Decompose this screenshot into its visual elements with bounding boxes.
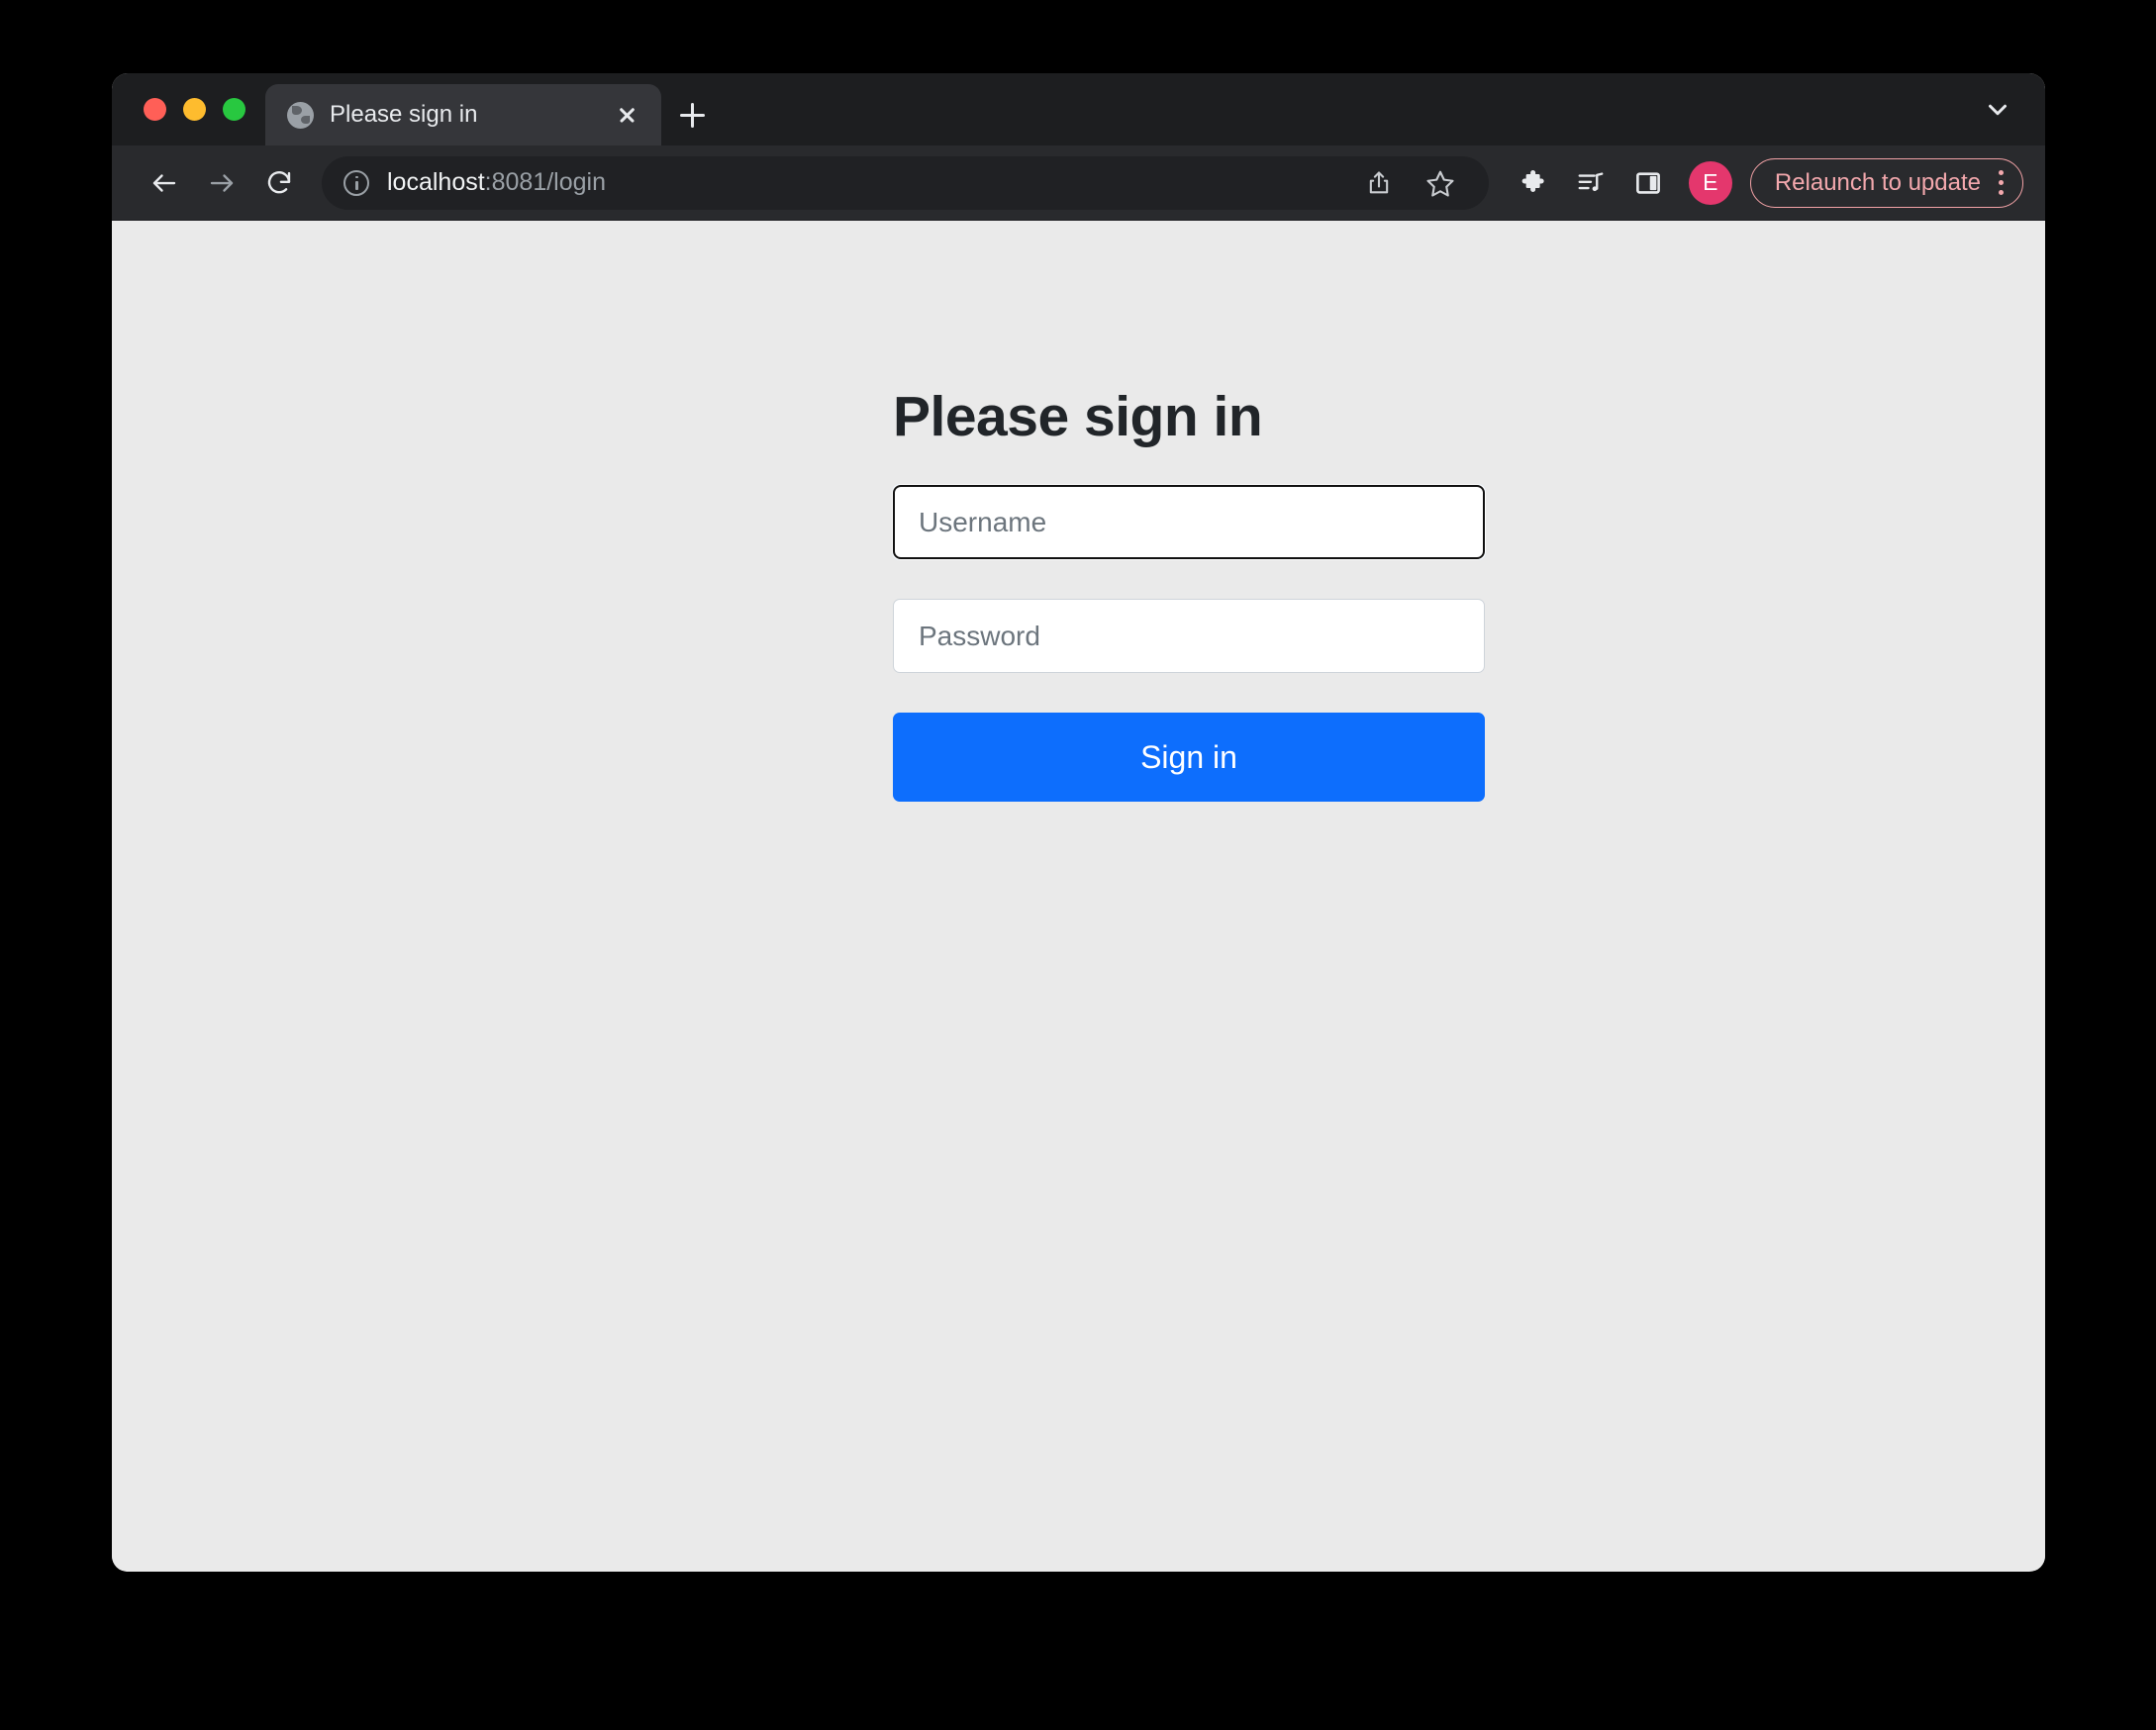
window-controls [112,73,265,145]
forward-arrow-icon[interactable] [195,156,248,210]
maximize-window-button[interactable] [223,98,245,121]
side-panel-icon[interactable] [1621,156,1675,210]
browser-toolbar: localhost:8081/login E Relaunch to updat… [112,145,2045,221]
relaunch-to-update-button[interactable]: Relaunch to update [1749,157,2023,208]
sign-in-button[interactable]: Sign in [893,713,1485,802]
browser-window: Please sign in localhost:8081/login E Re… [112,73,2045,1572]
star-icon[interactable] [1414,156,1467,210]
puzzle-icon[interactable] [1507,156,1560,210]
password-input[interactable] [893,599,1485,673]
avatar[interactable]: E [1688,160,1732,205]
tab-please-sign-in[interactable]: Please sign in [265,84,661,145]
url-host: localhost [387,168,485,196]
share-icon[interactable] [1352,156,1406,210]
username-input[interactable] [892,484,1486,560]
page-title: Please sign in [893,385,1263,448]
omnibox-actions [1352,156,1467,210]
tab-strip-spacer [723,84,1966,145]
close-window-button[interactable] [144,98,166,121]
minimize-window-button[interactable] [183,98,206,121]
info-circle-icon[interactable] [343,169,369,196]
new-tab-button[interactable] [661,84,723,145]
media-playlist-icon[interactable] [1564,156,1617,210]
url-path: :8081/login [484,168,606,196]
tab-strip: Please sign in [112,73,2045,145]
url-text: localhost:8081/login [387,168,606,197]
back-arrow-icon[interactable] [138,156,191,210]
kebab-menu-icon[interactable] [1997,170,2005,195]
page-viewport: Please sign in Sign in [112,221,2045,1571]
address-bar[interactable]: localhost:8081/login [322,155,1489,210]
sign-in-form: Please sign in Sign in [892,384,1486,802]
close-icon[interactable] [610,98,643,132]
reload-icon[interactable] [252,156,306,210]
update-label: Relaunch to update [1774,168,1981,196]
chevron-down-icon[interactable] [1966,73,2029,145]
globe-icon [287,101,314,129]
tab-title: Please sign in [330,101,478,128]
